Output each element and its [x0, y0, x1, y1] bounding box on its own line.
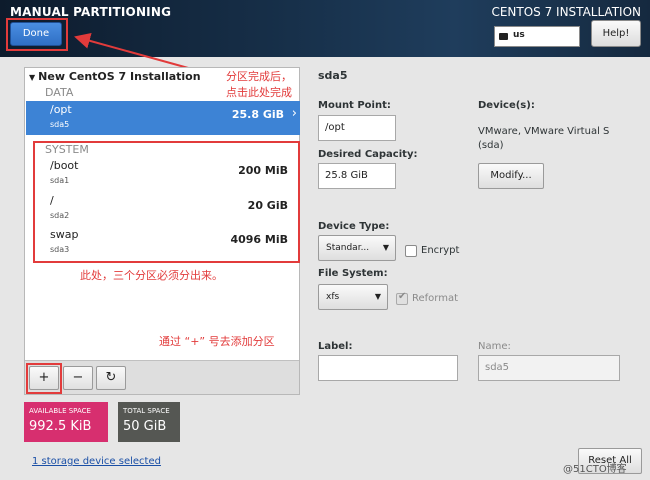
available-space-box: AVAILABLE SPACE 992.5 KiB: [24, 402, 108, 442]
devices-disk: (sda): [478, 140, 504, 151]
devices-label: Device(s):: [478, 100, 535, 111]
installation-header[interactable]: ▼ New CentOS 7 Installation: [29, 70, 201, 83]
device-type-value: Standar...: [326, 243, 370, 253]
remove-partition-button[interactable]: −: [63, 366, 93, 390]
done-annotation-line1: 分区完成后，: [226, 70, 292, 83]
partition-row-opt[interactable]: /opt sda5 25.8 GiB ›: [26, 101, 300, 135]
refresh-button[interactable]: ↻: [96, 366, 126, 390]
reformat-checkbox[interactable]: ✔: [396, 291, 408, 305]
name-label: Name:: [478, 341, 511, 352]
expander-icon: ▼: [29, 73, 36, 82]
total-space-value: 50 GiB: [123, 419, 167, 434]
system-annotation: 此处，三个分区必须分出来。: [80, 269, 223, 282]
storage-device-link[interactable]: 1 storage device selected: [32, 456, 161, 467]
partition-device: sda5: [50, 120, 70, 129]
label-field[interactable]: [318, 355, 458, 381]
partition-size: 25.8 GiB: [231, 108, 284, 121]
keyboard-layout-indicator[interactable]: us: [494, 26, 580, 47]
label-label: Label:: [318, 341, 353, 352]
file-system-select[interactable]: xfs ▼: [318, 284, 388, 310]
data-group-label: DATA: [45, 86, 74, 99]
header-bar: MANUAL PARTITIONING CENTOS 7 INSTALLATIO…: [0, 0, 650, 57]
partition-toolbar: + − ↻: [25, 360, 299, 394]
page-title: MANUAL PARTITIONING: [10, 5, 172, 19]
partition-name: /opt: [50, 103, 72, 116]
available-space-label: AVAILABLE SPACE: [29, 407, 91, 415]
file-system-value: xfs: [326, 292, 340, 302]
encrypt-label: Encrypt: [421, 245, 460, 256]
mount-point-label: Mount Point:: [318, 100, 391, 111]
done-annotation-line2: 点击此处完成: [226, 86, 292, 99]
desired-capacity-field[interactable]: 25.8 GiB: [318, 163, 396, 189]
add-highlight-frame: [26, 363, 62, 394]
dropdown-arrow-icon: ▼: [382, 243, 389, 252]
available-space-value: 992.5 KiB: [29, 419, 92, 434]
help-button[interactable]: Help!: [591, 20, 641, 47]
system-highlight-frame: [33, 141, 300, 263]
keyboard-icon: [499, 33, 508, 40]
devices-value: VMware, VMware Virtual S: [478, 126, 610, 137]
reformat-label: Reformat: [412, 293, 459, 304]
checkmark-icon: ✔: [398, 291, 407, 302]
keyboard-layout-label: us: [513, 30, 525, 40]
encrypt-checkbox[interactable]: [405, 245, 417, 257]
modify-button[interactable]: Modify...: [478, 163, 544, 189]
watermark: @51CTO博客: [563, 464, 627, 475]
dropdown-arrow-icon: ▼: [374, 292, 381, 301]
mount-point-field[interactable]: /opt: [318, 115, 396, 141]
partition-detail-title: sda5: [318, 69, 348, 82]
chevron-right-icon: ›: [291, 106, 297, 121]
total-space-label: TOTAL SPACE: [123, 407, 170, 415]
add-annotation: 通过 “+” 号去添加分区: [159, 335, 275, 348]
device-type-select[interactable]: Standar... ▼: [318, 235, 396, 261]
done-highlight-frame: [6, 18, 68, 51]
installer-title: CENTOS 7 INSTALLATION: [491, 5, 641, 19]
desired-capacity-label: Desired Capacity:: [318, 149, 418, 160]
total-space-box: TOTAL SPACE 50 GiB: [118, 402, 180, 442]
name-field[interactable]: sda5: [478, 355, 620, 381]
device-type-label: Device Type:: [318, 221, 390, 232]
file-system-label: File System:: [318, 268, 388, 279]
